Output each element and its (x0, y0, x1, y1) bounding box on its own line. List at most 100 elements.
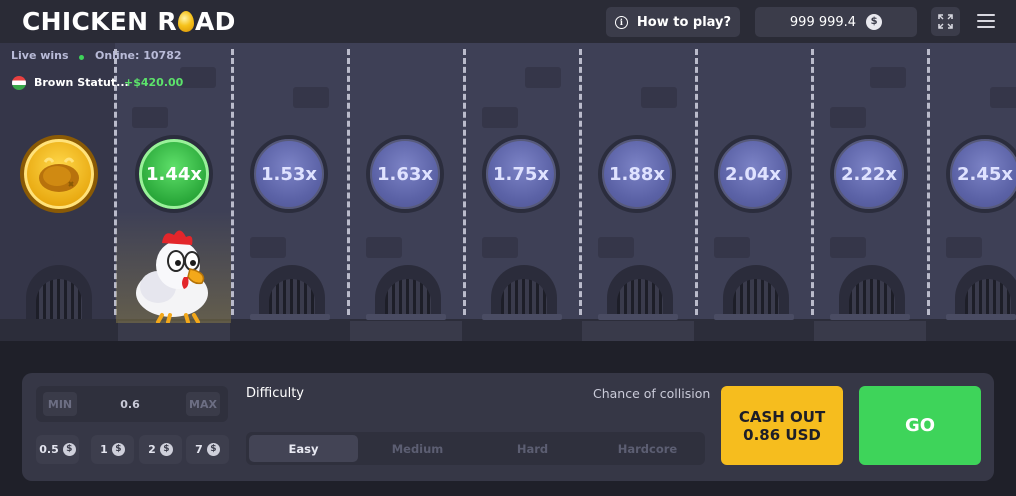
lane-divider (927, 49, 930, 315)
multiplier-coin[interactable]: 2.22x (830, 135, 908, 213)
quick-bet-chip[interactable]: 0.5 $ (36, 435, 79, 464)
wall-brick (641, 87, 677, 108)
quick-bet-chip[interactable]: 7 $ (186, 435, 229, 464)
currency-icon: $ (159, 443, 173, 456)
multiplier-value: 2.04x (724, 163, 782, 185)
bet-max-button[interactable]: MAX (186, 392, 220, 416)
how-to-play-label: How to play? (636, 14, 732, 30)
bet-min-button[interactable]: MIN (43, 392, 77, 416)
wall-brick (180, 67, 216, 88)
fullscreen-button[interactable] (931, 7, 960, 36)
lane-divider (579, 49, 582, 315)
chicken-icon (136, 230, 208, 323)
multiplier-coin[interactable]: 2.04x (714, 135, 792, 213)
game-board: 1.44x 1.53x 1.63x 1.75x 1.88x 2.04x 2.22… (0, 43, 1016, 341)
difficulty-option-hard[interactable]: Hard (478, 435, 587, 462)
multiplier-coin[interactable]: 1.63x (366, 135, 444, 213)
start-coin (20, 135, 98, 213)
menu-bar-icon (977, 20, 995, 22)
menu-bar-icon (977, 26, 995, 28)
lane-divider (463, 49, 466, 315)
balance-value: 999 999.4 (789, 14, 857, 30)
curb (366, 314, 446, 320)
quick-bet-chip[interactable]: 1 $ (91, 435, 134, 464)
difficulty-option-easy[interactable]: Easy (249, 435, 358, 462)
wall-brick (830, 237, 866, 258)
sewer-gate-icon (607, 265, 673, 321)
curb (946, 314, 1016, 320)
multiplier-value: 1.75x (492, 163, 550, 185)
roast-chicken-icon (39, 157, 79, 192)
cash-out-button[interactable]: CASH OUT 0.86 USD (721, 386, 843, 465)
expand-icon (938, 14, 953, 29)
logo-text-left: CHICKEN R (22, 6, 177, 36)
difficulty-label: Difficulty (246, 386, 304, 401)
road-tile (582, 321, 694, 341)
currency-icon: $ (62, 443, 76, 456)
wall-brick (990, 87, 1016, 108)
wall-brick (598, 237, 634, 258)
curb (482, 314, 562, 320)
wall-brick (830, 107, 866, 128)
cash-out-label: CASH OUT (738, 407, 826, 426)
bet-amount-value[interactable]: 0.6 (100, 398, 160, 411)
curb (714, 314, 794, 320)
currency-icon: $ (866, 14, 883, 30)
win-amount: +$420.00 (124, 76, 184, 89)
difficulty-option-hardcore[interactable]: Hardcore (593, 435, 702, 462)
sewer-gate-icon (375, 265, 441, 321)
multiplier-value: 2.22x (840, 163, 898, 185)
chip-value: 7 (195, 443, 203, 456)
online-status-dot (79, 55, 84, 60)
collision-chance-label: Chance of collision (593, 386, 711, 401)
multiplier-coin[interactable]: 2.45x (946, 135, 1016, 213)
multiplier-coin[interactable]: 1.75x (482, 135, 560, 213)
multiplier-value: 1.63x (376, 163, 434, 185)
multiplier-value: 2.45x (956, 163, 1014, 185)
wall-brick (293, 87, 329, 108)
quick-bet-chip[interactable]: 2 $ (139, 435, 182, 464)
lane-divider (231, 49, 234, 315)
game-logo: CHICKEN R AD (22, 6, 236, 36)
multiplier-value: 1.44x (145, 163, 203, 185)
wall-brick (366, 237, 402, 258)
road-tile (814, 321, 926, 341)
top-bar: CHICKEN R AD i How to play? 999 999.4 $ (0, 0, 1016, 43)
chip-value: 1 (100, 443, 108, 456)
curb (830, 314, 910, 320)
wall-brick (132, 107, 168, 128)
live-win-entry: Brown Statut... +$420.00 (6, 71, 184, 95)
curb (250, 314, 330, 320)
live-wins-label: Live wins (11, 49, 69, 62)
multiplier-coin[interactable]: 1.88x (598, 135, 676, 213)
lane-divider (811, 49, 814, 315)
golden-egg-icon (177, 10, 194, 32)
road-tile (118, 321, 230, 341)
wall-brick (482, 237, 518, 258)
go-button[interactable]: GO (859, 386, 981, 465)
logo-text-right: AD (194, 6, 236, 36)
sewer-gate-icon (491, 265, 557, 321)
wall-brick (946, 237, 982, 258)
info-icon: i (614, 15, 628, 29)
wall-brick (870, 67, 906, 88)
flag-avatar-icon (12, 76, 26, 90)
multiplier-value: 1.88x (608, 163, 666, 185)
curb (598, 314, 678, 320)
how-to-play-button[interactable]: i How to play? (606, 7, 740, 37)
wall-brick (18, 237, 54, 258)
hamburger-menu-button[interactable] (975, 11, 997, 31)
chip-value: 2 (148, 443, 156, 456)
road-tile (350, 321, 462, 341)
wall-brick (250, 237, 286, 258)
online-count: Online: 10782 (95, 49, 182, 62)
difficulty-option-medium[interactable]: Medium (363, 435, 472, 462)
multiplier-coin[interactable]: 1.53x (250, 135, 328, 213)
multiplier-coin-active[interactable]: 1.44x (135, 135, 213, 213)
balance-display: 999 999.4 $ (755, 7, 917, 37)
currency-icon: $ (111, 443, 125, 456)
lane-divider (347, 49, 350, 315)
cash-out-amount: 0.86 USD (743, 425, 821, 444)
winner-name: Brown Statut... (34, 76, 129, 89)
wall-brick (525, 67, 561, 88)
